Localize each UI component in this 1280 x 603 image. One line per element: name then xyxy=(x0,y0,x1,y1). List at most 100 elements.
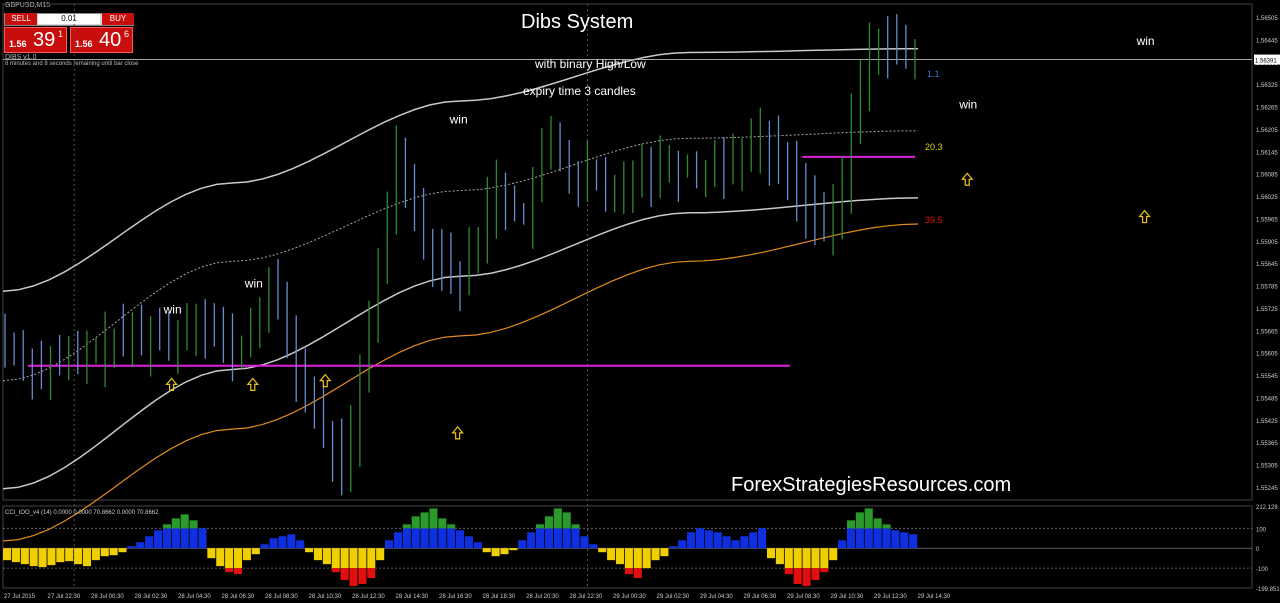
cci-bar xyxy=(518,540,527,549)
cci-bar xyxy=(447,528,456,549)
cci-bar xyxy=(464,536,474,549)
cci-bar xyxy=(305,548,314,553)
cci-bar xyxy=(873,518,882,529)
cci-bar xyxy=(11,548,20,563)
cci-bar xyxy=(527,532,536,549)
cci-bar xyxy=(162,528,171,549)
cci-bar xyxy=(3,548,12,561)
cci-bar xyxy=(82,548,92,567)
y-tick-label: 1.55965 xyxy=(1256,217,1278,223)
win-label: win xyxy=(1136,34,1155,48)
win-label: win xyxy=(958,97,977,111)
cci-bar xyxy=(47,548,56,566)
cci-bar xyxy=(562,528,571,549)
band-value-mid: 20.3 xyxy=(925,142,943,152)
cci-bar xyxy=(242,548,251,561)
upper-band xyxy=(2,48,918,292)
cci-bar xyxy=(553,528,562,549)
x-tick-label: 28 Jul 10:30 xyxy=(309,594,342,600)
cci-bar xyxy=(171,528,180,549)
cci-bar xyxy=(456,530,465,549)
x-tick-label: 29 Jul 10:30 xyxy=(831,594,864,600)
cci-bar xyxy=(802,568,811,587)
cci-bar xyxy=(100,548,109,557)
buy-signal-arrow-icon xyxy=(451,425,464,440)
y-tick-label: 1.56145 xyxy=(1256,150,1278,156)
y-tick-label: 1.55425 xyxy=(1256,419,1278,425)
x-tick-label: 28 Jul 12:30 xyxy=(352,594,385,600)
x-tick-label: 27 Jul 22:30 xyxy=(48,594,81,600)
cci-bar xyxy=(349,568,358,587)
cci-bar xyxy=(598,548,607,553)
y-tick-label: 1.55905 xyxy=(1256,240,1278,246)
main-panel-frame xyxy=(2,3,1253,501)
cci-bar xyxy=(544,528,553,549)
cci-bar xyxy=(536,528,545,549)
win-label: win xyxy=(244,276,263,290)
cci-bar xyxy=(713,532,722,549)
cci-bar xyxy=(740,536,749,549)
cci-bar xyxy=(882,528,891,549)
cci-bar xyxy=(447,524,456,529)
y-tick-label: 1.56445 xyxy=(1256,38,1278,44)
cci-bar xyxy=(260,544,269,549)
x-tick-label: 28 Jul 14:30 xyxy=(396,594,429,600)
cci-bar xyxy=(438,528,447,549)
x-tick-label: 29 Jul 12:30 xyxy=(874,594,907,600)
x-tick-label: 27 Jul 2015 xyxy=(4,594,36,600)
cci-bar xyxy=(180,528,189,549)
cci-bar xyxy=(749,532,758,549)
cci-bar xyxy=(651,548,660,561)
y-tick-label: 1.55545 xyxy=(1256,374,1278,380)
cci-bar xyxy=(855,528,864,549)
cci-bar xyxy=(678,540,687,549)
cci-bar xyxy=(429,528,438,549)
cci-bar xyxy=(438,518,447,529)
x-tick-label: 29 Jul 14:30 xyxy=(918,594,951,600)
cci-bar xyxy=(536,524,545,529)
cci-y-tick-label: 100 xyxy=(1256,527,1267,533)
cci-bar xyxy=(420,512,429,529)
cci-bar xyxy=(367,568,376,579)
subtitle-line-2: expiry time 3 candles xyxy=(523,84,636,98)
band-value-top: 1.1 xyxy=(927,69,940,79)
cci-bar xyxy=(109,548,118,556)
y-tick-label: 1.55665 xyxy=(1256,329,1278,335)
cci-y-tick-label: 0 xyxy=(1256,547,1260,553)
cci-bar xyxy=(695,528,704,549)
cci-bar xyxy=(313,548,323,561)
buy-signal-arrow-icon xyxy=(960,172,974,186)
cci-bar xyxy=(802,548,811,569)
cci-bar xyxy=(127,546,136,549)
cci-bar xyxy=(65,548,74,562)
cci-bar xyxy=(287,534,296,549)
cci-bar xyxy=(811,568,820,581)
cci-bar xyxy=(340,548,349,569)
cci-bar xyxy=(402,524,411,529)
chart-canvas[interactable]: 1.565051.564451.563851.563251.562651.562… xyxy=(0,0,1280,603)
cci-bar xyxy=(331,548,340,569)
cci-bar xyxy=(909,534,918,549)
x-tick-label: 29 Jul 06:30 xyxy=(744,594,777,600)
x-tick-label: 28 Jul 04:30 xyxy=(178,594,211,600)
cci-bar xyxy=(482,548,491,553)
cci-legend: CCI_IOO_v4 (14) 0.0000 0.0000 70.8662 0.… xyxy=(5,510,159,516)
middle-band xyxy=(2,130,919,382)
current-price-label: 1.56391 xyxy=(1255,59,1277,65)
win-label: win xyxy=(449,112,468,126)
cci-bar xyxy=(411,528,420,549)
cci-bar xyxy=(811,548,820,569)
cci-bar xyxy=(402,528,411,549)
band-value-low: 39.5 xyxy=(925,215,943,225)
cci-bar xyxy=(633,548,642,569)
cci-bar xyxy=(660,548,669,557)
buy-signal-arrow-icon xyxy=(318,373,332,388)
win-label: win xyxy=(163,303,182,317)
cci-bar xyxy=(349,548,358,569)
cci-bar xyxy=(784,548,793,569)
y-tick-label: 1.56205 xyxy=(1256,128,1278,134)
y-tick-label: 1.55485 xyxy=(1256,396,1278,402)
cci-bar xyxy=(136,542,145,549)
cci-bar xyxy=(154,530,163,549)
cci-bar xyxy=(91,548,100,561)
